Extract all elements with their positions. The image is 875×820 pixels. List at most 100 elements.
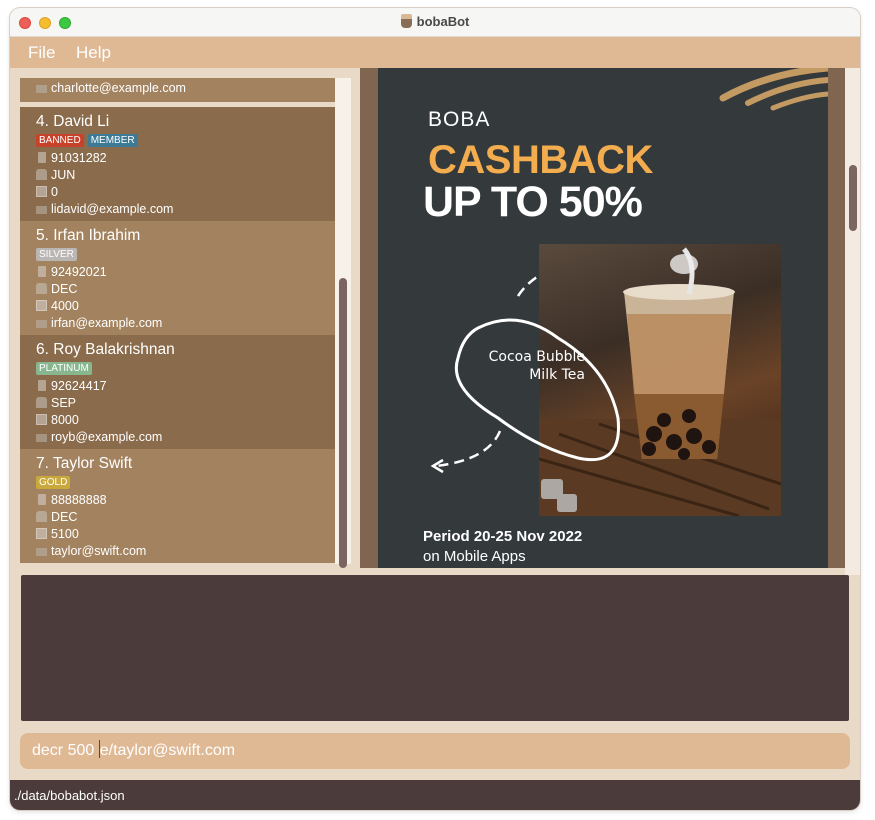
customer-tags: BANNED MEMBER xyxy=(36,133,335,150)
email-icon xyxy=(36,320,47,328)
customer-phone: 92624417 xyxy=(51,379,107,393)
customer-name: Irfan Ibrahim xyxy=(53,227,141,244)
customer-birthday-row: DEC xyxy=(36,281,335,298)
customer-name-row: 7. Taylor Swift xyxy=(36,455,335,474)
spoon xyxy=(670,254,698,274)
customer-reward-row: 4000 xyxy=(36,298,335,315)
boba-cup-icon xyxy=(400,14,412,28)
customer-list-panel: 12345 charlotte@example.com 4. David Li … xyxy=(10,68,360,575)
customer-name: David Li xyxy=(53,113,110,130)
tag-member: MEMBER xyxy=(87,134,138,147)
customer-birthday-row: SEP xyxy=(36,395,335,412)
status-bar: ./data/bobabot.json xyxy=(10,780,860,810)
customer-birthday: JUN xyxy=(51,168,76,182)
birthday-cake-icon xyxy=(36,283,47,294)
customer-name: Roy Balakrishnan xyxy=(53,341,175,358)
email-icon xyxy=(36,548,47,556)
customer-card-partial[interactable]: 12345 charlotte@example.com xyxy=(20,78,335,102)
customer-card[interactable]: 5. Irfan Ibrahim SILVER 92492021 DEC 400… xyxy=(20,221,335,335)
promo-poster: BOBA CASHBACK UP TO 50% Cocoa Bubble Mil… xyxy=(360,68,845,568)
customer-email: charlotte@example.com xyxy=(51,81,186,95)
window-title: bobaBot xyxy=(416,14,470,29)
customer-birthday: SEP xyxy=(51,396,77,410)
email-icon xyxy=(36,206,47,214)
poster-product-name: Cocoa Bubble Milk Tea xyxy=(465,348,585,384)
customer-email: royb@example.com xyxy=(51,430,163,444)
customer-reward-row: 0 xyxy=(36,184,335,201)
speech-bubble-outline xyxy=(454,318,620,462)
gift-icon xyxy=(36,414,47,425)
customer-phone: 88888888 xyxy=(51,493,107,507)
birthday-cake-icon xyxy=(36,397,47,408)
result-display xyxy=(21,575,849,721)
email-icon xyxy=(36,85,47,93)
customer-phone-row: 92492021 xyxy=(36,264,335,281)
customer-reward-row: 8000 xyxy=(36,412,335,429)
poster-subheadline: UP TO 50% xyxy=(423,178,643,226)
customer-phone-row: 92624417 xyxy=(36,378,335,395)
customer-birthday-row: DEC xyxy=(36,509,335,526)
customer-email-row: irfan@example.com xyxy=(36,315,335,332)
cup-rim xyxy=(623,284,735,300)
customer-reward: 5100 xyxy=(51,527,79,541)
birthday-cake-icon xyxy=(36,511,47,522)
window-title-area: bobaBot xyxy=(10,14,860,29)
customer-birthday-row: JUN xyxy=(36,167,335,184)
email-icon xyxy=(36,434,47,442)
tag-banned: BANNED xyxy=(36,134,84,147)
poster-headline: CASHBACK xyxy=(428,138,653,182)
customer-reward: 4000 xyxy=(51,299,79,313)
gift-icon xyxy=(36,528,47,539)
customer-tags: PLATINUM xyxy=(36,361,335,378)
customer-reward-row: 5100 xyxy=(36,526,335,543)
customer-list[interactable]: 12345 charlotte@example.com 4. David Li … xyxy=(20,78,335,564)
customer-email-row: charlotte@example.com xyxy=(36,80,335,97)
customer-card[interactable]: 4. David Li BANNED MEMBER 91031282 JUN 0 … xyxy=(20,107,335,221)
customer-email: lidavid@example.com xyxy=(51,202,174,216)
customer-phone: 91031282 xyxy=(51,151,107,165)
promo-panel: BOBA CASHBACK UP TO 50% Cocoa Bubble Mil… xyxy=(360,68,860,575)
customer-card[interactable]: 7. Taylor Swift GOLD 88888888 DEC 5100 t… xyxy=(20,449,335,563)
customer-name: Taylor Swift xyxy=(52,455,133,472)
customer-reward: 8000 xyxy=(51,413,79,427)
data-file-path: ./data/bobabot.json xyxy=(14,788,125,803)
customer-list-scrollbar[interactable] xyxy=(335,78,351,568)
customer-name-row: 5. Irfan Ibrahim xyxy=(36,227,335,246)
promo-poster-inner: BOBA CASHBACK UP TO 50% Cocoa Bubble Mil… xyxy=(378,68,828,568)
gift-icon xyxy=(36,300,47,311)
promo-scrollbar[interactable] xyxy=(845,68,860,575)
customer-reward: 0 xyxy=(51,185,58,199)
customer-index: 7. xyxy=(36,455,49,472)
phone-icon xyxy=(38,152,46,163)
customer-birthday: DEC xyxy=(51,510,78,524)
customer-phone-row: 88888888 xyxy=(36,492,335,509)
phone-icon xyxy=(38,494,46,505)
customer-list-scroll-thumb[interactable] xyxy=(339,278,347,568)
poster-channel: on Mobile Apps xyxy=(423,548,526,565)
command-input[interactable]: decr 500 e/taylor@swift.com xyxy=(20,733,850,769)
poster-product-line1: Cocoa Bubble xyxy=(488,349,585,365)
gift-icon xyxy=(36,186,47,197)
customer-index: 6. xyxy=(36,341,49,358)
speech-bubble xyxy=(454,318,620,462)
customer-email: taylor@swift.com xyxy=(51,544,147,558)
customer-tags: SILVER xyxy=(36,247,335,264)
customer-email-row: lidavid@example.com xyxy=(36,201,335,218)
customer-index: 5. xyxy=(36,227,49,244)
customer-email: irfan@example.com xyxy=(51,316,163,330)
phone-icon xyxy=(38,266,46,277)
milk-tea xyxy=(627,314,731,394)
customer-card[interactable]: 6. Roy Balakrishnan PLATINUM 92624417 SE… xyxy=(20,335,335,449)
customer-tags: GOLD xyxy=(36,475,335,492)
customer-phone: 92492021 xyxy=(51,265,107,279)
birthday-cake-icon xyxy=(36,169,47,180)
command-text-before-caret: decr 500 xyxy=(32,742,99,759)
promo-scroll-thumb[interactable] xyxy=(849,165,857,231)
customer-name-row: 4. David Li xyxy=(36,113,335,132)
menu-file[interactable]: File xyxy=(28,43,55,63)
customer-index: 4. xyxy=(36,113,49,130)
title-bar: bobaBot xyxy=(10,8,860,37)
customer-email-row: taylor@swift.com xyxy=(36,543,335,560)
tag-platinum: PLATINUM xyxy=(36,362,92,375)
menu-help[interactable]: Help xyxy=(76,43,111,63)
